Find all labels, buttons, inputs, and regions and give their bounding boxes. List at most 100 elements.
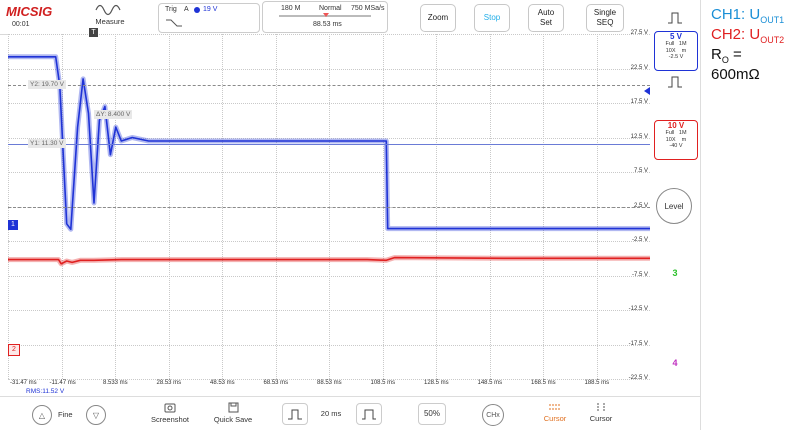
timebase-decrease-button[interactable] (282, 403, 308, 425)
y-tick-label: -12.5 V (628, 306, 648, 312)
fifty-percent-label: 50% (423, 409, 440, 418)
trigger-settings[interactable]: Trig A 19 V (158, 3, 260, 33)
down-triangle-icon: ▽ (92, 410, 100, 420)
bottom-toolbar: △ Fine ▽ Screenshot Quick Save 20 ms 50%… (0, 396, 700, 431)
quick-save-label: Quick Save (213, 415, 253, 424)
trig-source: A (184, 6, 189, 13)
pulse-icon (668, 12, 682, 24)
memory-depth: 180 M (281, 5, 301, 12)
single-seq-button[interactable]: Single SEQ (586, 4, 624, 32)
rms-readout: RMS:11.52 V (26, 388, 65, 395)
cursor-vertical-button[interactable]: Cursor (586, 402, 616, 423)
screenshot-icon (164, 403, 176, 413)
ch4-label: 4 (672, 358, 678, 368)
ch1-offset-marker[interactable]: 1 (8, 220, 18, 230)
legend-ro-eq: = (728, 46, 742, 63)
compress-pulse-icon (288, 409, 302, 420)
y-tick-label: 12.5 V (630, 133, 648, 140)
chx-label: CHx (486, 411, 500, 419)
legend-ro-sub: O (721, 55, 729, 65)
y-tick-label: -22.5 V (628, 375, 648, 381)
x-tick-label: 28.53 ms (156, 380, 182, 386)
pulse-waveform-button-2[interactable] (654, 72, 696, 92)
cursor-horizontal-button[interactable]: Cursor (540, 402, 570, 423)
ch1-settings[interactable]: 5 V Full 1M 10X m -2.5 V (654, 31, 698, 71)
measure-label: Measure (95, 17, 125, 26)
legend-ro-text: R (711, 46, 722, 63)
x-tick-label: 188.5 ms (584, 380, 610, 386)
pulse-icon (668, 76, 682, 88)
x-tick-label: 88.53 ms (317, 380, 342, 386)
cursor-y2-line (8, 85, 650, 86)
legend-ch2-sub: OUT2 (760, 35, 785, 45)
ch2-marker-label: 2 (12, 346, 16, 353)
x-tick-label: -11.47 ms (49, 380, 76, 386)
stop-button[interactable]: Stop (474, 4, 510, 32)
legend-ch1-text: CH1: U (711, 6, 761, 23)
level-label: Level (664, 201, 684, 211)
down-arrow-button[interactable]: ▽ (86, 405, 106, 425)
level-knob[interactable]: Level (656, 188, 692, 224)
cursor-y1-label: Y1: 11.30 V (28, 139, 66, 148)
trig-channel-dot (194, 7, 200, 13)
y-tick-label: -7.5 V (631, 271, 648, 278)
legend-ch2-text: CH2: U (711, 26, 761, 43)
y-tick-label: 7.5 V (633, 168, 648, 174)
timebase-offset: 88.53 ms (313, 21, 342, 28)
ch3-label: 3 (672, 268, 678, 278)
pulse-waveform-button-1[interactable] (654, 6, 696, 30)
legend-ro-value: 600mΩ (711, 66, 760, 83)
cursor-y1-line (8, 144, 650, 145)
screenshot-label: Screenshot (151, 415, 189, 424)
up-triangle-icon: △ (38, 410, 46, 420)
y-tick-label: -2.5 V (631, 237, 648, 243)
expand-pulse-icon (362, 409, 376, 420)
quick-save-button[interactable]: Quick Save (210, 402, 256, 424)
y-tick-label: -17.5 V (628, 340, 648, 347)
x-tick-label: 48.53 ms (210, 380, 235, 386)
cursor-y2-label: Y2: 19.70 V (28, 80, 66, 89)
ch1-ground-line (8, 207, 650, 208)
ch2-info: Full 1M 10X m -40 V (665, 130, 687, 149)
ch1-marker-label: 1 (11, 221, 15, 228)
trigger-marker[interactable]: T (89, 28, 98, 37)
horizontal-cursor-icon (549, 404, 561, 410)
ch2-settings[interactable]: 10 V Full 1M 10X m -40 V (654, 120, 698, 160)
autoset-button[interactable]: Auto Set (528, 4, 564, 32)
x-tick-label: 128.5 ms (424, 380, 449, 386)
trig-label: Trig (165, 6, 177, 13)
ch1-info: Full 1M 10X m -2.5 V (665, 41, 687, 60)
top-toolbar: MICSIG 00:01 Measure Trig A 19 V 180 M N… (0, 0, 700, 35)
fifty-percent-button[interactable]: 50% (418, 403, 446, 425)
timebase-increase-button[interactable] (356, 403, 382, 425)
up-arrow-button[interactable]: △ (32, 405, 52, 425)
timebase-value[interactable]: 20 ms (314, 409, 348, 418)
y-tick-label: 22.5 V (630, 64, 648, 71)
ch2-offset-marker[interactable]: 2 (8, 344, 20, 356)
legend-ch1: CH1: UOUT1 (711, 6, 784, 25)
acquire-mode: Normal (319, 5, 342, 12)
ch3-button[interactable]: 3 (654, 260, 696, 286)
sample-rate: 750 MSa/s (351, 5, 385, 12)
delta-y-label: ΔY: 8.400 V (94, 110, 133, 119)
annotation-legend: CH1: UOUT1 CH2: UOUT2 RO = 600mΩ (700, 0, 800, 430)
x-tick-label: 108.5 ms (370, 380, 396, 386)
trigger-marker-label: T (91, 29, 96, 36)
x-tick-label: -31.47 ms (10, 380, 37, 386)
ch4-button[interactable]: 4 (654, 350, 696, 376)
screenshot-button[interactable]: Screenshot (148, 402, 192, 424)
zoom-button[interactable]: Zoom (420, 4, 456, 32)
sine-wave-icon (95, 4, 121, 16)
cursor-vertical-label: Cursor (589, 414, 613, 423)
x-tick-label: 8.533 ms (103, 380, 128, 386)
trigger-position-marker (323, 13, 329, 17)
fine-toggle[interactable]: Fine (58, 410, 73, 419)
waveform-display[interactable]: Y2: 19.70 V Y1: 11.30 V ΔY: 8.400 V T 1 … (8, 28, 651, 380)
legend-ro: RO = (711, 46, 742, 65)
acquisition-info[interactable]: 180 M Normal 750 MSa/s 88.53 ms (262, 1, 388, 33)
cursor-horizontal-label: Cursor (543, 414, 567, 423)
legend-ch1-sub: OUT1 (760, 15, 785, 25)
rising-edge-icon (166, 19, 182, 27)
chx-button[interactable]: CHx (482, 404, 504, 426)
brand-logo: MICSIG (6, 4, 53, 19)
